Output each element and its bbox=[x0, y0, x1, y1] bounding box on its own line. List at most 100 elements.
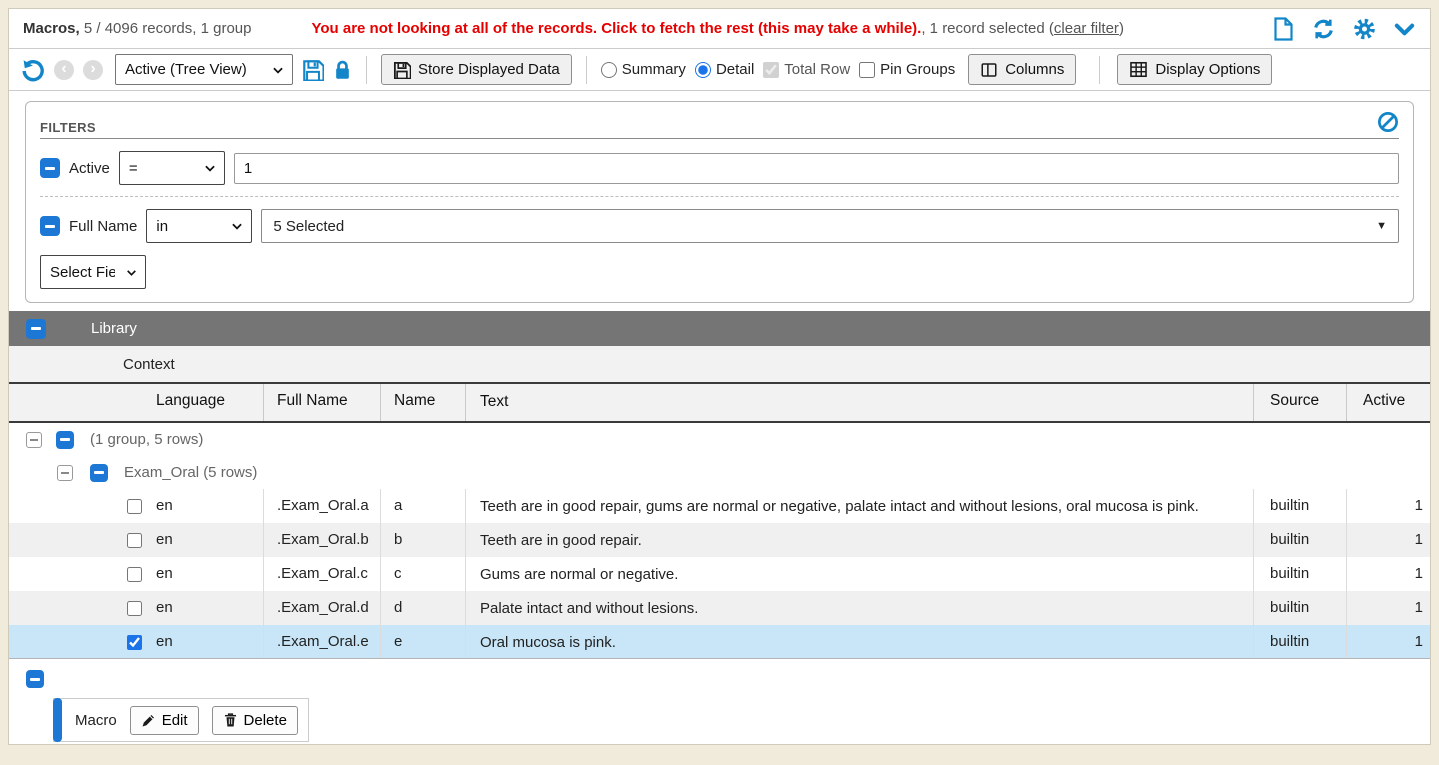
select-field-wrap: Select Field bbox=[40, 255, 146, 289]
save-view-icon[interactable] bbox=[302, 59, 324, 81]
total-row-label: Total Row bbox=[784, 61, 850, 78]
group-minus-button[interactable] bbox=[56, 431, 74, 449]
summary-radio-input[interactable] bbox=[601, 62, 617, 78]
column-header-source[interactable]: Source bbox=[1254, 384, 1347, 421]
cell-language: en bbox=[156, 599, 173, 616]
group-header-library: Library bbox=[9, 311, 1430, 346]
total-row-checkbox: Total Row bbox=[763, 61, 850, 78]
footer-collapse-row bbox=[9, 659, 1430, 698]
new-record-icon[interactable] bbox=[1273, 17, 1294, 41]
store-displayed-data-button[interactable]: Store Displayed Data bbox=[381, 54, 572, 85]
history-forward-button[interactable]: › bbox=[83, 60, 103, 80]
column-header-language[interactable]: Language bbox=[9, 384, 264, 421]
detail-radio-label: Detail bbox=[716, 61, 754, 78]
filter-field-label: Full Name bbox=[69, 218, 137, 235]
pin-groups-checkbox[interactable]: Pin Groups bbox=[859, 61, 955, 78]
summary-radio-label: Summary bbox=[622, 61, 686, 78]
refresh-icon[interactable] bbox=[1311, 17, 1336, 41]
cell-select: en bbox=[9, 591, 264, 625]
view-select-wrap: Active (Tree View) bbox=[115, 54, 293, 85]
cell-active: 1 bbox=[1347, 489, 1432, 523]
lock-icon[interactable] bbox=[333, 59, 352, 81]
detail-radio-input[interactable] bbox=[695, 62, 711, 78]
warning-group: You are not looking at all of the record… bbox=[311, 20, 1123, 37]
table-row[interactable]: en .Exam_Oral.d d Palate intact and with… bbox=[9, 591, 1430, 625]
cell-name: b bbox=[381, 523, 466, 557]
cell-full-name: .Exam_Oral.d bbox=[264, 591, 381, 625]
clear-filters-icon[interactable] bbox=[1377, 111, 1399, 133]
filters-panel: FILTERS Active = Full Name in 5 Selecte bbox=[25, 101, 1414, 303]
column-header-active[interactable]: Active bbox=[1347, 384, 1432, 421]
table-row[interactable]: en .Exam_Oral.c c Gums are normal or neg… bbox=[9, 557, 1430, 591]
cell-text: Teeth are in good repair, gums are norma… bbox=[466, 489, 1254, 523]
group-row-label: (1 group, 5 rows) bbox=[90, 431, 203, 448]
collapse-library-button[interactable] bbox=[26, 319, 46, 339]
selection-prefix: , 1 record selected ( bbox=[921, 20, 1054, 37]
cell-full-name: .Exam_Oral.c bbox=[264, 557, 381, 591]
row-checkbox[interactable] bbox=[127, 567, 142, 582]
undo-icon[interactable] bbox=[21, 58, 45, 82]
cell-active: 1 bbox=[1347, 523, 1432, 557]
cell-language: en bbox=[156, 565, 173, 582]
display-options-button[interactable]: Display Options bbox=[1117, 54, 1272, 85]
summary-radio[interactable]: Summary bbox=[601, 61, 686, 78]
view-select[interactable]: Active (Tree View) bbox=[115, 54, 293, 85]
edit-macro-button[interactable]: Edit bbox=[130, 706, 199, 735]
chevron-down-icon[interactable] bbox=[1393, 17, 1416, 41]
toolbar-divider bbox=[366, 56, 367, 84]
display-options-icon bbox=[1129, 60, 1148, 79]
trash-icon bbox=[223, 712, 238, 728]
cell-text: Oral mucosa is pink. bbox=[466, 625, 1254, 658]
cell-name: a bbox=[381, 489, 466, 523]
row-checkbox[interactable] bbox=[127, 601, 142, 616]
filter-value-input[interactable] bbox=[234, 153, 1399, 184]
table-row[interactable]: en .Exam_Oral.b b Teeth are in good repa… bbox=[9, 523, 1430, 557]
remove-filter-button[interactable] bbox=[40, 216, 60, 236]
cell-source: builtin bbox=[1254, 591, 1347, 625]
gear-icon[interactable] bbox=[1353, 17, 1376, 41]
pin-groups-checkbox-input[interactable] bbox=[859, 62, 875, 78]
table-row-selected[interactable]: en .Exam_Oral.e e Oral mucosa is pink. b… bbox=[9, 625, 1430, 659]
cell-select: en bbox=[9, 523, 264, 557]
collapse-group-icon[interactable] bbox=[26, 432, 42, 448]
remove-filter-button[interactable] bbox=[40, 158, 60, 178]
header-bar: Macros, 5 / 4096 records, 1 group You ar… bbox=[9, 9, 1430, 49]
clear-filter-link[interactable]: clear filter bbox=[1054, 20, 1119, 37]
multiselect-dropdown[interactable]: 5 Selected ▼ bbox=[261, 209, 1399, 243]
filter-separator bbox=[40, 196, 1399, 197]
operator-select[interactable]: in bbox=[146, 209, 252, 243]
fetch-rest-warning[interactable]: You are not looking at all of the record… bbox=[311, 20, 921, 37]
history-back-button[interactable]: ‹ bbox=[54, 60, 74, 80]
filter-row-active: Active = bbox=[40, 151, 1399, 185]
delete-macro-button[interactable]: Delete bbox=[212, 706, 298, 735]
cell-select: en bbox=[9, 489, 264, 523]
selection-note: , 1 record selected (clear filter) bbox=[921, 20, 1124, 37]
macro-panel-accent-bar bbox=[53, 698, 62, 742]
cell-source: builtin bbox=[1254, 625, 1347, 658]
cell-name: c bbox=[381, 557, 466, 591]
row-checkbox[interactable] bbox=[127, 635, 142, 650]
subgroup-minus-button[interactable] bbox=[90, 464, 108, 482]
filter-row-full-name: Full Name in 5 Selected ▼ bbox=[40, 209, 1399, 243]
column-header-text[interactable]: Text bbox=[466, 384, 1254, 421]
selection-suffix: ) bbox=[1119, 20, 1124, 37]
table-row[interactable]: en .Exam_Oral.a a Teeth are in good repa… bbox=[9, 489, 1430, 523]
cell-source: builtin bbox=[1254, 557, 1347, 591]
select-field-dropdown[interactable]: Select Field bbox=[40, 255, 146, 289]
collapse-subgroup-icon[interactable] bbox=[57, 465, 73, 481]
footer-minus-button[interactable] bbox=[26, 670, 44, 688]
column-header-full-name[interactable]: Full Name bbox=[264, 384, 381, 421]
row-checkbox[interactable] bbox=[127, 533, 142, 548]
cell-name: d bbox=[381, 591, 466, 625]
row-checkbox[interactable] bbox=[127, 499, 142, 514]
columns-button[interactable]: Columns bbox=[968, 54, 1076, 85]
filters-title: FILTERS bbox=[40, 120, 96, 135]
cell-language: en bbox=[156, 497, 173, 514]
cell-text: Gums are normal or negative. bbox=[466, 557, 1254, 591]
detail-radio[interactable]: Detail bbox=[695, 61, 754, 78]
operator-select[interactable]: = bbox=[119, 151, 225, 185]
pin-groups-label: Pin Groups bbox=[880, 61, 955, 78]
column-header-name[interactable]: Name bbox=[381, 384, 466, 421]
pencil-icon bbox=[141, 713, 156, 728]
cell-language: en bbox=[156, 633, 173, 650]
